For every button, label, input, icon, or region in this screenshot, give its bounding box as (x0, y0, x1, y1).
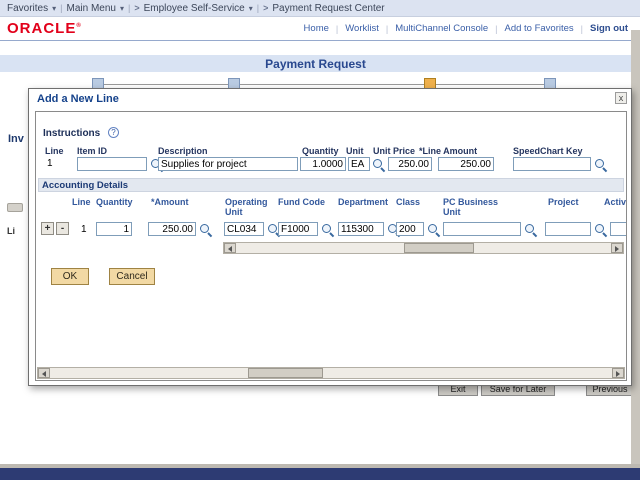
scroll-right-arrow-icon[interactable] (612, 368, 624, 378)
modal-content-frame: Instructions Line Item ID Description Qu… (35, 111, 627, 381)
breadcrumb-divider (128, 3, 130, 13)
line-amount-label: *Line Amount (419, 146, 478, 156)
breadcrumb-employee-self-service[interactable]: Employee Self-Service (144, 3, 245, 14)
grid-quantity-input[interactable] (96, 222, 132, 236)
col-header-fund-code: Fund Code (278, 197, 325, 207)
unit-price-label: Unit Price (373, 146, 416, 156)
col-header-quantity: Quantity (96, 197, 133, 207)
background-section-heading: Inv (8, 133, 24, 145)
amount-lookup-icon[interactable] (199, 223, 212, 236)
project-input[interactable] (545, 222, 591, 236)
unit-input[interactable] (348, 157, 370, 171)
scroll-thumb[interactable] (248, 368, 323, 378)
close-icon[interactable]: x (615, 92, 627, 104)
class-input[interactable] (396, 222, 424, 236)
line-number-value: 1 (47, 158, 53, 169)
scroll-left-arrow-icon[interactable] (224, 243, 236, 253)
page-title: Payment Request (265, 56, 366, 71)
nav-home[interactable]: Home (304, 23, 329, 34)
activity-input[interactable] (610, 222, 626, 236)
page-title-band: Payment Request (0, 55, 631, 72)
breadcrumb-divider (60, 3, 62, 13)
col-header-line: Line (72, 197, 91, 207)
fund-code-input[interactable] (278, 222, 318, 236)
class-lookup-icon[interactable] (427, 223, 440, 236)
nav-multichannel-console[interactable]: MultiChannel Console (395, 23, 488, 34)
speedchart-key-input[interactable] (513, 157, 591, 171)
quantity-label: Quantity (302, 146, 339, 156)
description-input[interactable] (158, 157, 298, 171)
pc-business-unit-lookup-icon[interactable] (524, 223, 537, 236)
col-header-class: Class (396, 197, 421, 207)
project-lookup-icon[interactable] (594, 223, 607, 236)
line-amount-input[interactable] (438, 157, 494, 171)
nav-add-to-favorites[interactable]: Add to Favorites (504, 23, 573, 34)
item-id-input[interactable] (77, 157, 147, 171)
col-header-department: Department (338, 197, 389, 207)
grid-amount-input[interactable] (148, 222, 196, 236)
breadcrumb-main-menu[interactable]: Main Menu (66, 3, 115, 14)
department-input[interactable] (338, 222, 384, 236)
status-bar (0, 468, 640, 480)
oracle-logo: ORACLE (7, 20, 82, 37)
col-header-operating-unit: Operating Unit (225, 197, 268, 217)
speedchart-key-label: SpeedChart Key (513, 146, 583, 156)
operating-unit-input[interactable] (224, 222, 264, 236)
col-header-activity: Activity (604, 197, 627, 207)
fund-code-lookup-icon[interactable] (321, 223, 334, 236)
cancel-button[interactable]: Cancel (109, 268, 155, 285)
accounting-details-title: Accounting Details (42, 179, 129, 191)
help-icon[interactable] (108, 127, 119, 138)
breadcrumb-bar: Favorites Main Menu Employee Self-Servic… (0, 0, 640, 17)
background-label-fragment: Li (7, 226, 15, 236)
background-collapsed-icon (7, 203, 23, 212)
train-connector (97, 84, 549, 85)
modal-title: Add a New Line (37, 93, 119, 105)
add-line-modal: Add a New Line x Instructions Line Item … (28, 88, 632, 386)
screen: Favorites Main Menu Employee Self-Servic… (0, 0, 640, 480)
unit-price-input[interactable] (388, 157, 432, 171)
nav-divider (495, 24, 497, 34)
header-divider (0, 40, 640, 41)
speedchart-lookup-icon[interactable] (594, 158, 607, 171)
grid-hscrollbar[interactable] (223, 242, 624, 254)
breadcrumb-divider (257, 3, 259, 13)
col-header-pc-business-unit: PC Business Unit (443, 197, 499, 217)
nav-worklist[interactable]: Worklist (345, 23, 379, 34)
unit-label: Unit (346, 146, 364, 156)
breadcrumb-arrow-icon (263, 3, 268, 13)
modal-hscrollbar[interactable] (37, 367, 625, 379)
pc-business-unit-input[interactable] (443, 222, 521, 236)
nav-divider (581, 24, 583, 34)
page-scroll-gutter[interactable] (631, 30, 640, 464)
scroll-right-arrow-icon[interactable] (611, 243, 623, 253)
grid-line-number: 1 (81, 224, 87, 235)
dropdown-caret-icon (249, 4, 253, 13)
nav-divider (336, 24, 338, 34)
header-links: Home Worklist MultiChannel Console Add t… (304, 23, 640, 34)
breadcrumb-favorites[interactable]: Favorites (7, 3, 48, 14)
item-id-label: Item ID (77, 146, 108, 156)
ok-button[interactable]: OK (51, 268, 89, 285)
unit-lookup-icon[interactable] (372, 158, 385, 171)
add-row-button[interactable]: + (41, 222, 54, 235)
quantity-input[interactable] (300, 157, 346, 171)
breadcrumb-current: Payment Request Center (272, 2, 385, 14)
scroll-left-arrow-icon[interactable] (38, 368, 50, 378)
description-label: Description (158, 146, 208, 156)
col-header-project: Project (548, 197, 579, 207)
nav-divider (386, 24, 388, 34)
header-bar: ORACLE Home Worklist MultiChannel Consol… (0, 17, 640, 40)
dropdown-caret-icon (52, 4, 56, 13)
instructions-label: Instructions (43, 128, 101, 139)
scroll-thumb[interactable] (404, 243, 474, 253)
nav-sign-out[interactable]: Sign out (590, 23, 628, 34)
delete-row-button[interactable]: - (56, 222, 69, 235)
col-header-amount: *Amount (151, 197, 189, 207)
line-label: Line (45, 146, 64, 156)
dropdown-caret-icon (120, 4, 124, 13)
accounting-details-header: Accounting Details (38, 178, 624, 192)
breadcrumb-arrow-icon (134, 3, 139, 13)
